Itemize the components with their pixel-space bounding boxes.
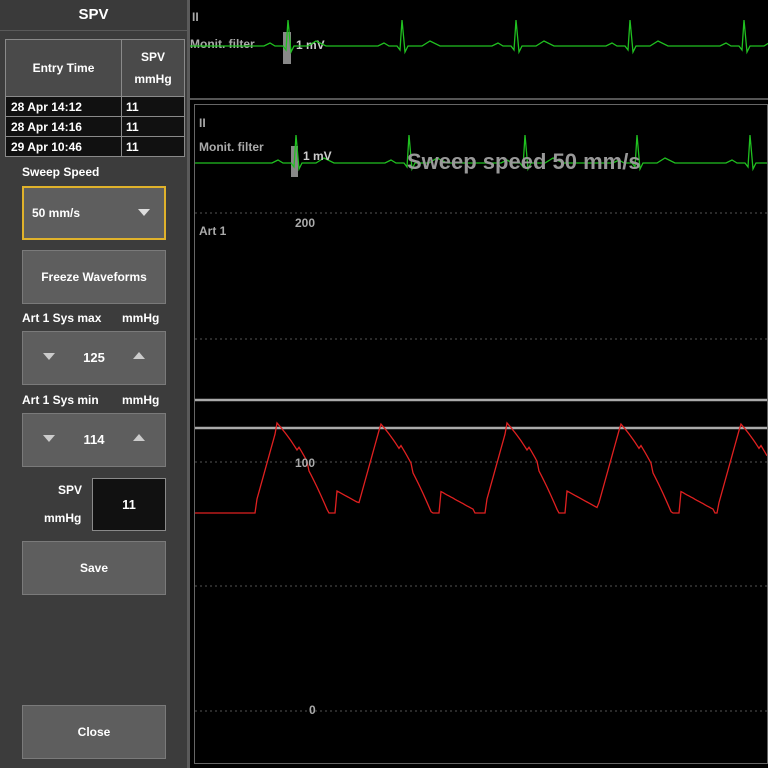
table-row[interactable]: 28 Apr 14:16 11 xyxy=(5,116,185,137)
art-label: Art 1 xyxy=(199,224,227,238)
main-waveform-canvas xyxy=(195,134,767,712)
scale-label-200: 200 xyxy=(295,216,316,230)
spv-cell: 11 xyxy=(121,136,185,157)
spv-value: 11 xyxy=(92,478,166,531)
increment-icon[interactable] xyxy=(133,352,145,359)
scale-label-0: 0 xyxy=(309,703,316,717)
close-button[interactable]: Close xyxy=(22,705,166,759)
sys-max-stepper: 125 xyxy=(22,331,166,385)
spv-cell: 11 xyxy=(121,96,185,117)
increment-icon[interactable] xyxy=(133,434,145,441)
column-header-spv-unit: mmHg xyxy=(134,72,172,86)
arterial-pressure-trace xyxy=(195,421,767,514)
panel-title: SPV xyxy=(0,0,187,31)
sys-min-stepper: 114 xyxy=(22,413,166,467)
freeze-waveforms-button[interactable]: Freeze Waveforms xyxy=(22,250,166,304)
spv-cell: 11 xyxy=(121,116,185,137)
table-row[interactable]: 28 Apr 14:12 11 xyxy=(5,96,185,117)
column-header-entry-time: Entry Time xyxy=(5,39,122,97)
main-lead-label: II xyxy=(199,116,206,130)
spv-history-table: Entry Time SPV mmHg 28 Apr 14:12 11 28 A… xyxy=(5,39,185,157)
sys-max-label: Art 1 Sys max xyxy=(22,311,102,325)
sweep-speed-label: Sweep Speed xyxy=(22,165,100,179)
spv-panel: SPV Entry Time SPV mmHg 28 Apr 14:12 11 … xyxy=(0,0,190,768)
top-ecg-trace xyxy=(190,19,768,64)
main-waveform-panel: II Monit. filter 1 mV Sweep speed 50 mm/… xyxy=(194,104,768,764)
sys-min-label: Art 1 Sys min xyxy=(22,393,99,407)
waveform-area: II Monit. filter 1 mV II Monit. filter 1… xyxy=(190,0,768,768)
entry-time-cell: 28 Apr 14:16 xyxy=(5,116,122,137)
sweep-speed-value: 50 mm/s xyxy=(32,206,81,220)
main-filter-label: Monit. filter xyxy=(199,140,264,154)
sweep-speed-overlay: Sweep speed 50 mm/s xyxy=(407,149,641,174)
save-button[interactable]: Save xyxy=(22,541,166,595)
spv-label: SPV xyxy=(58,483,83,497)
scale-label-100: 100 xyxy=(295,456,316,470)
spv-unit: mmHg xyxy=(44,511,82,525)
chevron-down-icon xyxy=(138,209,150,216)
table-row[interactable]: 29 Apr 10:46 11 xyxy=(5,136,185,157)
sys-min-unit: mmHg xyxy=(122,393,160,407)
ecg-top-strip: II Monit. filter 1 mV xyxy=(190,0,768,100)
entry-time-cell: 28 Apr 14:12 xyxy=(5,96,122,117)
sys-max-unit: mmHg xyxy=(122,311,160,325)
column-header-spv: SPV mmHg xyxy=(121,39,185,97)
sweep-speed-select[interactable]: 50 mm/s xyxy=(22,186,166,240)
entry-time-cell: 29 Apr 10:46 xyxy=(5,136,122,157)
column-header-spv-label: SPV xyxy=(140,50,165,64)
main-scale-label: 1 mV xyxy=(303,149,332,163)
